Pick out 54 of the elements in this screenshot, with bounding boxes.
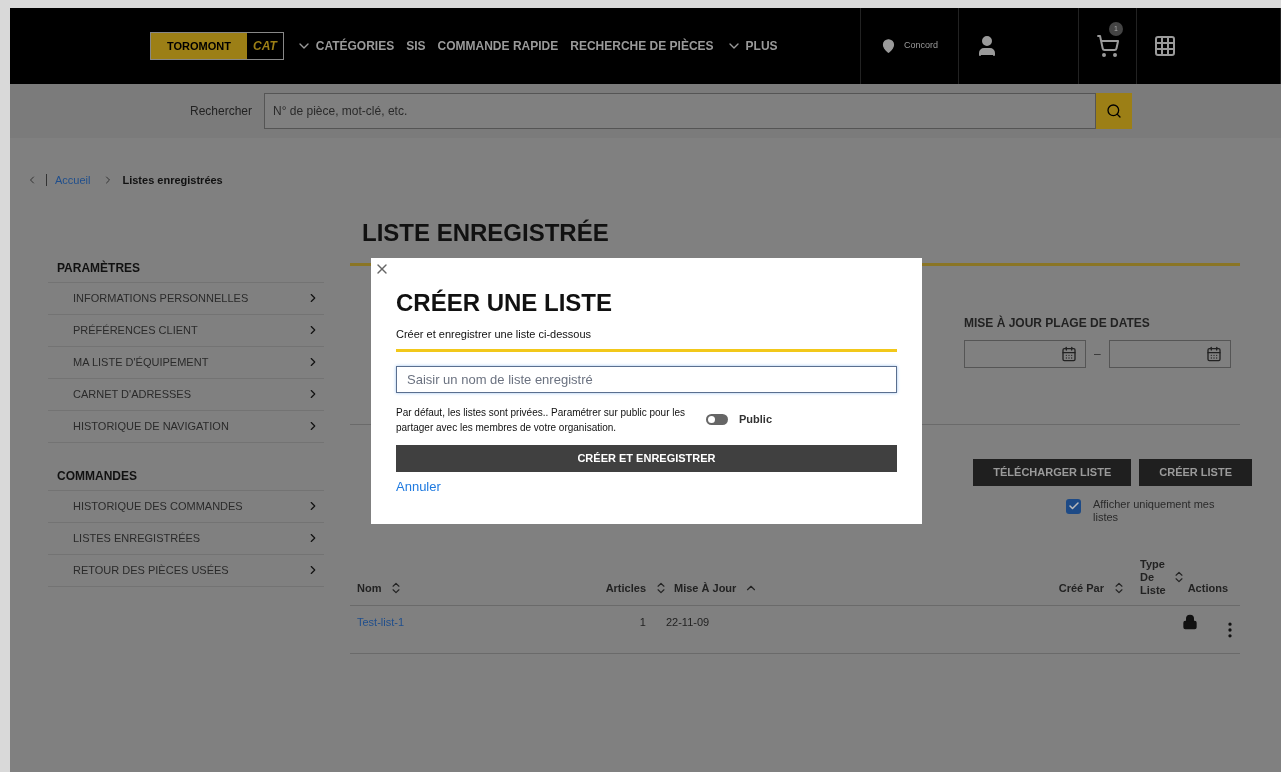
table-cell: 22-11-09: [665, 615, 710, 628]
sidebar-item[interactable]: LISTES ENREGISTRÉES: [48, 522, 324, 555]
create-list-button[interactable]: CRÉER LISTE: [1139, 458, 1252, 486]
toggle-label: Public: [739, 412, 772, 428]
check-icon: [1067, 500, 1080, 512]
checkbox-label: Afficher uniquement mes listes: [1093, 497, 1216, 524]
date-range-separator: –: [1094, 345, 1101, 363]
sidebar-heading: PARAMÈTRES: [48, 258, 324, 283]
sidebar-item[interactable]: RETOUR DES PIÈCES USÉES: [48, 554, 324, 587]
column-header: Créé Par: [1058, 581, 1104, 596]
column-header: Actions: [1187, 581, 1228, 596]
store-location[interactable]: Concord: [903, 39, 938, 53]
sidebar-item[interactable]: HISTORIQUE DE NAVIGATION: [48, 410, 324, 443]
sidebar-item[interactable]: INFORMATIONS PERSONNELLES: [48, 282, 324, 315]
logo-brand-text: TOROMONT: [151, 33, 247, 59]
search-field[interactable]: N° de pièce, mot-clé, etc.: [264, 93, 1097, 129]
dialog-subtitle: Créer et enregistrer une liste ci-dessous: [396, 326, 897, 352]
search-label: Rechercher: [190, 103, 253, 120]
brand-logo[interactable]: TOROMONT CAT: [150, 32, 284, 60]
search-icon: [1106, 103, 1123, 119]
create-and-save-button[interactable]: CRÉER ET ENREGISTRER: [396, 444, 897, 472]
column-header: Type De Liste: [1140, 557, 1164, 597]
column-header: Articles: [605, 581, 646, 596]
sidebar-item[interactable]: PRÉFÉRENCES CLIENT: [48, 314, 324, 347]
sidebar-item[interactable]: HISTORIQUE DES COMMANDES: [48, 490, 324, 523]
nav-link[interactable]: SIS: [406, 37, 426, 55]
apps-grid-icon[interactable]: [1153, 34, 1177, 58]
sidebar-item[interactable]: MA LISTE D'ÉQUIPEMENT: [48, 346, 324, 379]
calendar-icon[interactable]: [1205, 345, 1222, 362]
nav-link[interactable]: CATÉGORIES: [295, 37, 395, 55]
column-header: Mise À Jour: [674, 581, 737, 596]
date-range-label: MISE À JOUR PLAGE DE DATES: [964, 314, 1151, 332]
nav-link[interactable]: RECHERCHE DE PIÈCES: [570, 37, 714, 55]
nav-link[interactable]: COMMANDE RAPIDE: [437, 37, 559, 55]
table-cell-text: 1: [639, 614, 646, 630]
calendar-icon[interactable]: [1061, 345, 1077, 362]
page-title: LISTE ENREGISTRÉE: [362, 218, 610, 247]
cancel-link[interactable]: Annuler: [396, 476, 441, 496]
date-to-field[interactable]: [1108, 339, 1231, 368]
breadcrumb-current: Listes enregistrées: [122, 173, 223, 188]
dialog-title: CRÉER UNE LISTE: [396, 288, 614, 318]
list-name-field[interactable]: Saisir un nom de liste enregistré: [396, 365, 897, 393]
sidebar-heading: COMMANDES: [48, 466, 324, 491]
cart-icon[interactable]: [1095, 34, 1120, 58]
public-toggle[interactable]: [706, 414, 728, 425]
checkbox[interactable]: [1066, 498, 1081, 514]
column-header: Nom: [357, 581, 382, 596]
location-pin-icon[interactable]: [881, 36, 896, 56]
search-button[interactable]: [1096, 93, 1133, 129]
privacy-note: Par défaut, les listes sont privées.. Paramétrer sur public pour les partager avec les membres de votre organisation.: [396, 405, 687, 435]
nav-link[interactable]: PLUS: [725, 37, 778, 55]
sidebar-item[interactable]: CARNET D'ADRESSES: [48, 378, 324, 411]
date-from-field[interactable]: [964, 339, 1086, 368]
download-list-button[interactable]: TÉLÉCHARGER LISTE: [973, 458, 1132, 486]
